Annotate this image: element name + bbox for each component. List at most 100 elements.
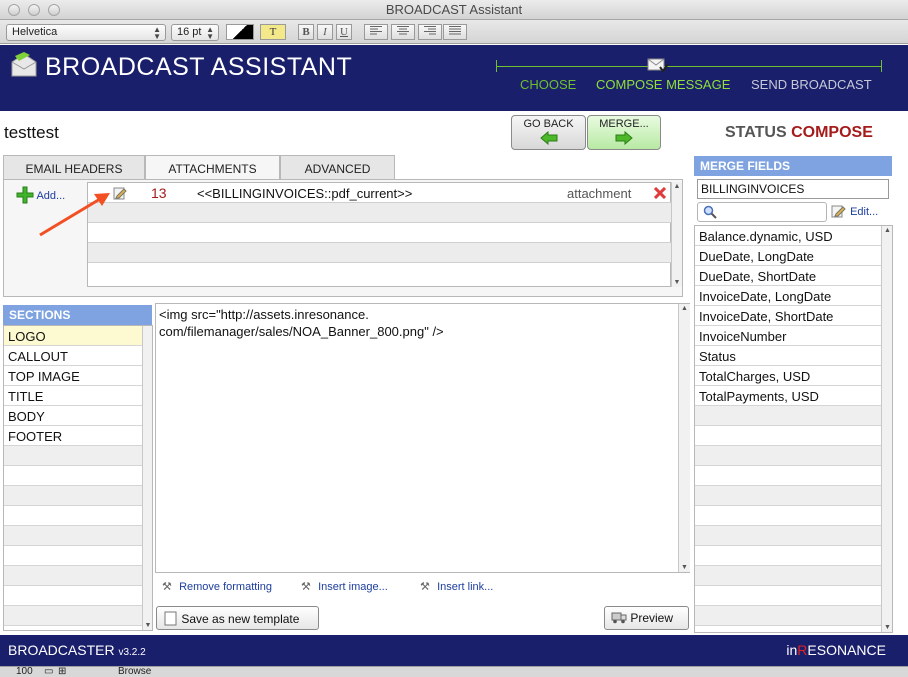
merge-field-item[interactable]: InvoiceDate, ShortDate <box>695 306 881 326</box>
insert-link-link[interactable]: ⚒ Insert link... <box>420 580 493 593</box>
merge-field-item[interactable]: DueDate, LongDate <box>695 246 881 266</box>
list-item <box>695 586 881 606</box>
merge-fields-scrollbar[interactable]: ▲ ▼ <box>881 226 892 632</box>
align-justify-button[interactable] <box>443 24 467 40</box>
tab-email-headers[interactable]: EMAIL HEADERS <box>3 155 145 179</box>
go-back-label: GO BACK <box>523 118 574 130</box>
list-item <box>695 546 881 566</box>
plus-icon <box>16 186 34 204</box>
underline-button[interactable]: U <box>336 24 352 40</box>
status-indicator: STATUS COMPOSE <box>725 124 873 142</box>
insert-link-label: Insert link... <box>437 581 494 593</box>
format-toolbar: Helvetica ▲ ▼ 16 pt ▲ ▼ T B I U <box>0 20 908 44</box>
merge-fields-list: Balance.dynamic, USD DueDate, LongDate D… <box>694 225 893 633</box>
go-back-button[interactable]: GO BACK <box>511 115 586 150</box>
attachment-row-empty <box>88 263 671 283</box>
merge-search-input[interactable] <box>697 202 827 222</box>
merge-field-item[interactable]: InvoiceDate, LongDate <box>695 286 881 306</box>
tab-attachments[interactable]: ATTACHMENTS <box>145 155 280 180</box>
attachment-row[interactable]: 13 <<BILLINGINVOICES::pdf_current>> atta… <box>88 183 671 203</box>
list-item <box>695 566 881 586</box>
remove-formatting-label: Remove formatting <box>179 581 272 593</box>
merge-edit-label: Edit... <box>850 206 879 218</box>
company-highlight: R <box>797 642 808 658</box>
document-icon <box>164 611 177 626</box>
scroll-down-icon[interactable]: ▼ <box>882 624 892 631</box>
company-logo: inRESONANCE <box>786 642 886 658</box>
hammer-icon: ⚒ <box>301 581 311 593</box>
section-editor[interactable]: <img src="http://assets.inresonance. com… <box>155 303 690 573</box>
merge-table-field[interactable]: BILLINGINVOICES <box>697 179 889 199</box>
scroll-down-icon[interactable]: ▼ <box>679 564 690 571</box>
align-right-button[interactable] <box>418 24 442 40</box>
bold-button[interactable]: B <box>298 24 314 40</box>
merge-field-item[interactable]: InvoiceNumber <box>695 326 881 346</box>
tab-advanced[interactable]: ADVANCED <box>280 155 395 179</box>
editor-line: <img src="http://assets.inresonance. <box>159 307 369 322</box>
merge-field-item[interactable]: Status <box>695 346 881 366</box>
align-justify-icon <box>449 26 461 35</box>
zoom-level[interactable]: 100 <box>16 667 33 677</box>
section-item-body[interactable]: BODY <box>4 406 142 426</box>
save-as-template-button[interactable]: Save as new template <box>156 606 319 630</box>
section-item-title[interactable]: TITLE <box>4 386 142 406</box>
delete-x-icon[interactable] <box>654 187 666 199</box>
section-item-footer[interactable]: FOOTER <box>4 426 142 446</box>
list-item <box>695 446 881 466</box>
list-item <box>4 606 142 626</box>
merge-field-item[interactable]: DueDate, ShortDate <box>695 266 881 286</box>
arrow-left-icon <box>539 130 557 146</box>
step-end-tick <box>881 60 882 72</box>
highlight-button[interactable]: T <box>260 24 286 40</box>
list-item <box>4 486 142 506</box>
merge-field-item[interactable]: Balance.dynamic, USD <box>695 226 881 246</box>
window-title: BROADCAST Assistant <box>385 2 523 17</box>
attachment-row-empty <box>88 203 671 223</box>
zoom-out-icon[interactable]: ▭ <box>44 667 53 677</box>
align-center-button[interactable] <box>391 24 415 40</box>
insert-image-link[interactable]: ⚒ Insert image... <box>301 580 388 593</box>
sections-scrollbar[interactable]: ▼ <box>142 326 152 630</box>
step-send-broadcast[interactable]: SEND BROADCAST <box>751 77 872 92</box>
scroll-down-icon[interactable]: ▼ <box>672 279 682 286</box>
section-item-logo[interactable]: LOGO <box>4 326 142 346</box>
merge-fields-header: MERGE FIELDS <box>694 156 892 176</box>
scroll-down-icon[interactable]: ▼ <box>143 622 152 629</box>
editor-content[interactable]: <img src="http://assets.inresonance. com… <box>159 306 669 340</box>
scroll-up-icon[interactable]: ▲ <box>679 305 690 312</box>
attachments-list: 13 <<BILLINGINVOICES::pdf_current>> atta… <box>87 182 671 287</box>
progress-line <box>496 66 882 67</box>
merge-button[interactable]: MERGE... <box>587 115 661 150</box>
step-choose[interactable]: CHOOSE <box>520 77 576 92</box>
section-item-top-image[interactable]: TOP IMAGE <box>4 366 142 386</box>
scroll-up-icon[interactable]: ▲ <box>672 183 682 190</box>
font-select-value: Helvetica <box>12 26 58 38</box>
editor-scrollbar[interactable]: ▲ ▼ <box>678 304 690 572</box>
sections-list: LOGO CALLOUT TOP IMAGE TITLE BODY FOOTER… <box>3 325 153 631</box>
zoom-in-icon[interactable]: ⊞ <box>58 667 66 677</box>
mode-indicator[interactable]: Browse <box>118 667 151 677</box>
text-color-swatch[interactable] <box>226 24 254 40</box>
list-item <box>4 566 142 586</box>
align-left-button[interactable] <box>364 24 388 40</box>
italic-button[interactable]: I <box>317 24 333 40</box>
scroll-up-icon[interactable]: ▲ <box>882 227 892 234</box>
section-item-callout[interactable]: CALLOUT <box>4 346 142 366</box>
font-size-select[interactable]: 16 pt ▲ ▼ <box>171 24 219 41</box>
annotation-arrow-icon <box>39 193 110 237</box>
merge-field-item[interactable]: TotalPayments, USD <box>695 386 881 406</box>
step-compose-message[interactable]: COMPOSE MESSAGE <box>596 77 730 92</box>
preview-button[interactable]: Preview <box>604 606 689 630</box>
merge-field-item[interactable]: TotalCharges, USD <box>695 366 881 386</box>
app-footer: BROADCASTER v3.2.2 inRESONANCE <box>0 635 908 666</box>
merge-edit-button[interactable]: Edit... <box>831 204 878 218</box>
attachments-scrollbar[interactable]: ▲ ▼ <box>671 182 682 287</box>
remove-formatting-link[interactable]: ⚒ Remove formatting <box>162 580 272 593</box>
status-value: COMPOSE <box>791 124 873 141</box>
list-item <box>695 426 881 446</box>
app-title: BROADCAST ASSISTANT <box>45 53 353 81</box>
attachment-row-empty <box>88 243 671 263</box>
record-title: testtest <box>4 123 59 142</box>
chevron-updown-icon: ▲ ▼ <box>153 25 161 41</box>
font-select[interactable]: Helvetica ▲ ▼ <box>6 24 166 41</box>
